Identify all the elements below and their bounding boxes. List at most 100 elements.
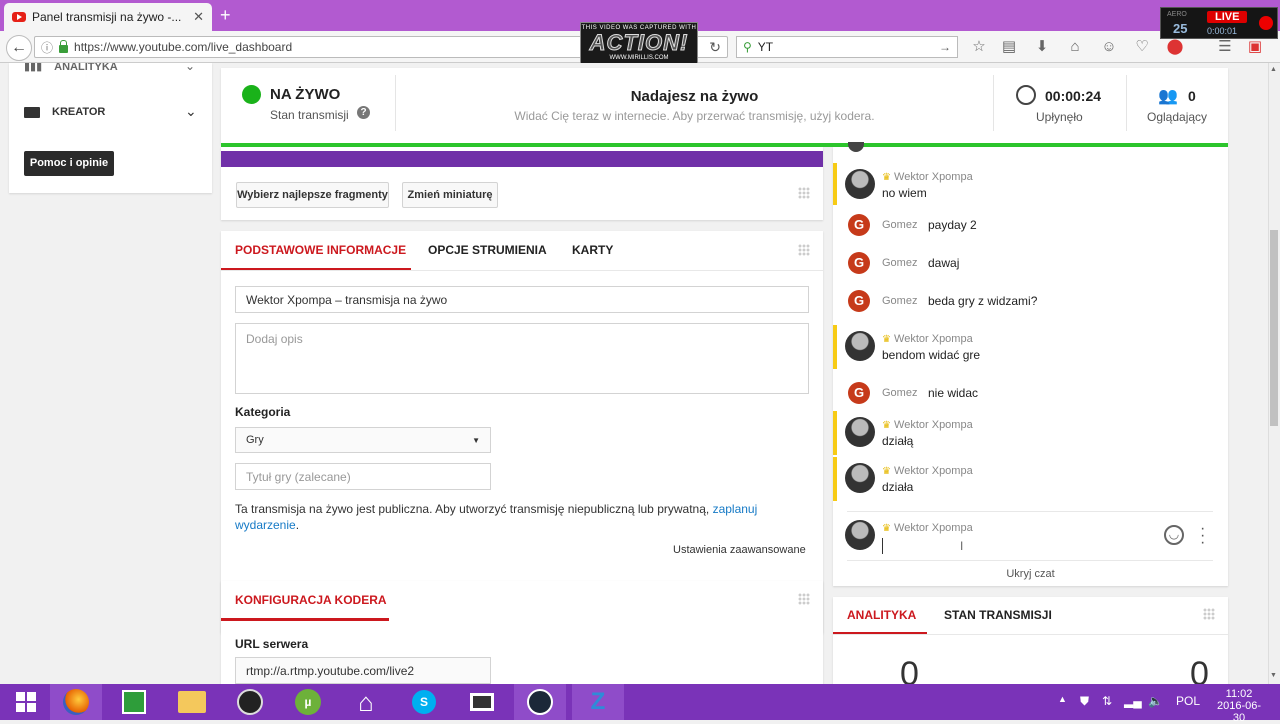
chat-message[interactable]: ♛ Wektor Xpompa działą bbox=[833, 411, 1228, 455]
elapsed-label: Upłynęło bbox=[1036, 110, 1083, 124]
drag-handle-icon[interactable] bbox=[1203, 608, 1215, 620]
start-button[interactable] bbox=[0, 684, 52, 720]
explorer-taskbar-button[interactable] bbox=[166, 684, 218, 720]
scroll-down-icon[interactable]: ▼ bbox=[1270, 672, 1277, 679]
change-thumbnail-button[interactable]: Zmień miniaturę bbox=[402, 182, 498, 208]
divider bbox=[221, 270, 823, 271]
chat-text: dawaj bbox=[928, 256, 960, 270]
app-taskbar-button[interactable]: Z bbox=[572, 684, 624, 720]
pocket-icon[interactable]: ♡ bbox=[1133, 38, 1151, 56]
chat-message[interactable]: G Gomez beda gry z widzami? bbox=[833, 283, 1228, 319]
download-icon[interactable]: ⬇ bbox=[1033, 38, 1051, 56]
advanced-settings-link[interactable]: Ustawienia zaawansowane bbox=[673, 544, 806, 556]
scrollbar-thumb[interactable] bbox=[1270, 230, 1278, 426]
network-tray-icon[interactable]: ⇅ bbox=[1102, 694, 1112, 708]
new-tab-button[interactable]: + bbox=[220, 5, 231, 26]
tab-basic-info[interactable]: PODSTAWOWE INFORMACJE bbox=[235, 243, 406, 257]
skype-taskbar-button[interactable]: S bbox=[398, 684, 450, 720]
clock[interactable]: 11:02 2016-06-30 bbox=[1213, 688, 1265, 724]
home-icon[interactable]: ⌂ bbox=[1066, 38, 1084, 56]
chat-message[interactable]: ♛ Wektor Xpompa bendom widać gre bbox=[833, 325, 1228, 369]
tab-title: Panel transmisji na żywo -... bbox=[32, 10, 182, 24]
sidebar-item-creator[interactable]: KREATOR bbox=[24, 106, 105, 118]
author-name: Wektor Xpompa bbox=[894, 171, 973, 183]
info-icon[interactable]: ⓘ bbox=[41, 39, 53, 56]
streaming-title: Nadajesz na żywo bbox=[630, 88, 759, 105]
game-title-input[interactable]: Tytuł gry (zalecane) bbox=[235, 463, 491, 490]
divider bbox=[847, 560, 1213, 561]
hide-chat-button[interactable]: Ukryj czat bbox=[833, 568, 1228, 580]
chat-text: działą bbox=[882, 434, 914, 448]
shield-tray-icon[interactable]: ⛊ bbox=[1080, 694, 1089, 709]
adblock-icon[interactable]: ⬤ bbox=[1166, 38, 1184, 56]
go-arrow-icon[interactable]: → bbox=[939, 40, 951, 54]
menu-icon[interactable]: ☰ bbox=[1216, 38, 1234, 56]
tab-analytics[interactable]: ANALITYKA bbox=[847, 608, 916, 622]
help-icon[interactable]: ? bbox=[357, 106, 370, 119]
tab-stream-options[interactable]: OPCJE STRUMIENIA bbox=[428, 243, 547, 257]
chat-message[interactable]: G Gomez payday 2 bbox=[833, 207, 1228, 243]
signal-tray-icon[interactable]: ▂▄ bbox=[1124, 694, 1142, 708]
avatar: G bbox=[848, 214, 870, 236]
chat-message[interactable]: G Gomez nie widac bbox=[833, 375, 1228, 411]
language-indicator[interactable]: POL bbox=[1176, 694, 1200, 708]
chat-message[interactable]: G Gomez dawaj bbox=[833, 245, 1228, 281]
chat-input-author: ♛ Wektor Xpompa bbox=[882, 522, 973, 534]
sidebar-item-analytics[interactable]: ▮▮▮ ANALITYKA bbox=[24, 63, 118, 73]
close-tab-icon[interactable]: ✕ bbox=[193, 9, 204, 25]
author-name: Wektor Xpompa bbox=[894, 333, 973, 345]
help-feedback-button[interactable]: Pomoc i opinie bbox=[24, 151, 114, 176]
store-taskbar-button[interactable] bbox=[108, 684, 160, 720]
divider bbox=[993, 75, 994, 131]
tray-expand-icon[interactable]: ▲ bbox=[1058, 694, 1067, 704]
sidebar-item-label: KREATOR bbox=[52, 106, 106, 118]
chevron-down-icon[interactable]: ⌄ bbox=[185, 63, 195, 73]
description-textarea[interactable]: Dodaj opis bbox=[235, 323, 809, 394]
sidebar-item-label: ANALITYKA bbox=[54, 63, 118, 73]
steam-taskbar-button[interactable] bbox=[514, 684, 566, 720]
reading-list-icon[interactable]: ▤ bbox=[1000, 38, 1018, 56]
title-input[interactable]: Wektor Xpompa – transmisja na żywo bbox=[235, 286, 809, 313]
drag-handle-icon[interactable] bbox=[798, 244, 810, 256]
best-fragments-button[interactable]: Wybierz najlepsze fragmenty bbox=[236, 182, 389, 208]
dropdown-arrow-icon: ▼ bbox=[472, 435, 480, 445]
star-icon[interactable]: ☆ bbox=[970, 38, 988, 56]
chat-author: Gomez bbox=[882, 295, 918, 307]
clock-date: 2016-06-30 bbox=[1216, 700, 1262, 724]
chat-message[interactable]: ♛ Wektor Xpompa no wiem bbox=[833, 163, 1228, 205]
action-url: WWW.MIRILLIS.COM bbox=[609, 55, 669, 61]
chevron-down-icon[interactable]: ⌄ bbox=[185, 103, 197, 120]
chat-icon[interactable]: ☺ bbox=[1100, 38, 1118, 56]
more-options-icon[interactable]: · · · bbox=[1200, 521, 1205, 551]
back-button[interactable]: ← bbox=[6, 35, 32, 61]
live-badge: LIVE bbox=[1207, 11, 1248, 23]
obs-taskbar-button[interactable] bbox=[224, 684, 276, 720]
media-taskbar-button[interactable] bbox=[456, 684, 508, 720]
shield-icon[interactable]: ▣ bbox=[1246, 38, 1264, 56]
encoder-title: KONFIGURACJA KODERA bbox=[235, 593, 387, 607]
crown-icon: ♛ bbox=[882, 172, 891, 183]
reload-icon[interactable]: ↻ bbox=[709, 39, 721, 56]
search-input[interactable]: ⚲ YT → bbox=[736, 36, 958, 58]
browser-tab[interactable]: Panel transmisji na żywo -... ✕ bbox=[4, 3, 212, 31]
emoji-icon[interactable]: ◡ bbox=[1164, 525, 1184, 545]
crown-icon: ♛ bbox=[882, 420, 891, 431]
tab-stream-status[interactable]: STAN TRANSMISJI bbox=[944, 608, 1052, 622]
volume-tray-icon[interactable]: 🔈 bbox=[1148, 694, 1163, 708]
server-url-input[interactable]: rtmp://a.rtmp.youtube.com/live2 bbox=[235, 657, 491, 684]
utorrent-taskbar-button[interactable]: µ bbox=[282, 684, 334, 720]
home-taskbar-button[interactable]: ⌂ bbox=[340, 684, 392, 720]
category-select[interactable]: Gry ▼ bbox=[235, 427, 491, 453]
chat-message[interactable]: ♛ Wektor Xpompa działa bbox=[833, 457, 1228, 501]
chat-message-input[interactable] bbox=[882, 538, 1142, 554]
store-icon bbox=[122, 690, 146, 714]
drag-handle-icon[interactable] bbox=[798, 593, 810, 605]
video-camera-icon bbox=[24, 106, 40, 118]
firefox-taskbar-button[interactable] bbox=[50, 684, 102, 720]
scroll-up-icon[interactable]: ▲ bbox=[1270, 66, 1277, 73]
tab-cards[interactable]: KARTY bbox=[572, 243, 613, 257]
public-note-text: Ta transmisja na żywo jest publiczna. Ab… bbox=[235, 502, 710, 516]
drag-handle-icon[interactable] bbox=[798, 187, 810, 199]
lock-icon bbox=[59, 39, 69, 53]
windows-icon bbox=[16, 692, 36, 712]
